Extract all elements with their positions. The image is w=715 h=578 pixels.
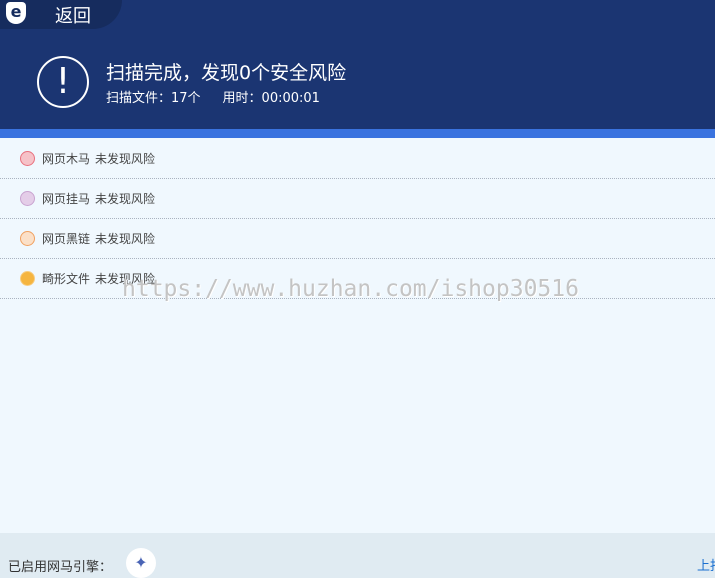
- engine-logo-icon: ✦: [126, 548, 156, 578]
- report-link[interactable]: 上报: [697, 555, 715, 574]
- result-list: 网页木马 未发现风险 网页挂马 未发现风险 网页黑链 未发现风险 畸形文件 未发现风险: [0, 139, 715, 299]
- list-item: 网页木马 未发现风险: [0, 139, 715, 179]
- list-item: 网页黑链 未发现风险: [0, 219, 715, 259]
- item-status: 未发现风险: [95, 152, 156, 166]
- item-name: 网页挂马: [42, 192, 91, 206]
- folder-icon: [20, 271, 35, 286]
- item-name: 网页木马: [42, 152, 91, 166]
- shield-e-logo-icon: e: [6, 2, 26, 24]
- trojan-icon: [20, 151, 35, 166]
- exclamation-icon: !: [37, 56, 89, 108]
- list-item: 网页挂马 未发现风险: [0, 179, 715, 219]
- back-button[interactable]: e 返回: [0, 0, 122, 29]
- scan-title: 扫描完成，发现0个安全风险: [106, 62, 347, 84]
- item-name: 畸形文件: [42, 272, 91, 286]
- files-count: 扫描文件：17个: [106, 91, 201, 106]
- hang-icon: [20, 191, 35, 206]
- header: e 返回 ! 扫描完成，发现0个安全风险 扫描文件：17个 用时：00:00:01: [0, 0, 715, 129]
- item-status: 未发现风险: [95, 192, 156, 206]
- item-name: 网页黑链: [42, 232, 91, 246]
- item-status: 未发现风险: [95, 232, 156, 246]
- elapsed-time: 用时：00:00:01: [222, 91, 320, 106]
- divider: [0, 129, 715, 138]
- footer: 已启用网马引擎： ✦ 上报: [0, 533, 715, 578]
- watermark: https://www.huzhan.com/ishop30516: [122, 276, 579, 302]
- link-icon: [20, 231, 35, 246]
- engine-label: 已启用网马引擎：: [8, 560, 113, 575]
- back-label: 返回: [55, 6, 91, 27]
- scan-summary: 扫描文件：17个 用时：00:00:01: [106, 87, 342, 106]
